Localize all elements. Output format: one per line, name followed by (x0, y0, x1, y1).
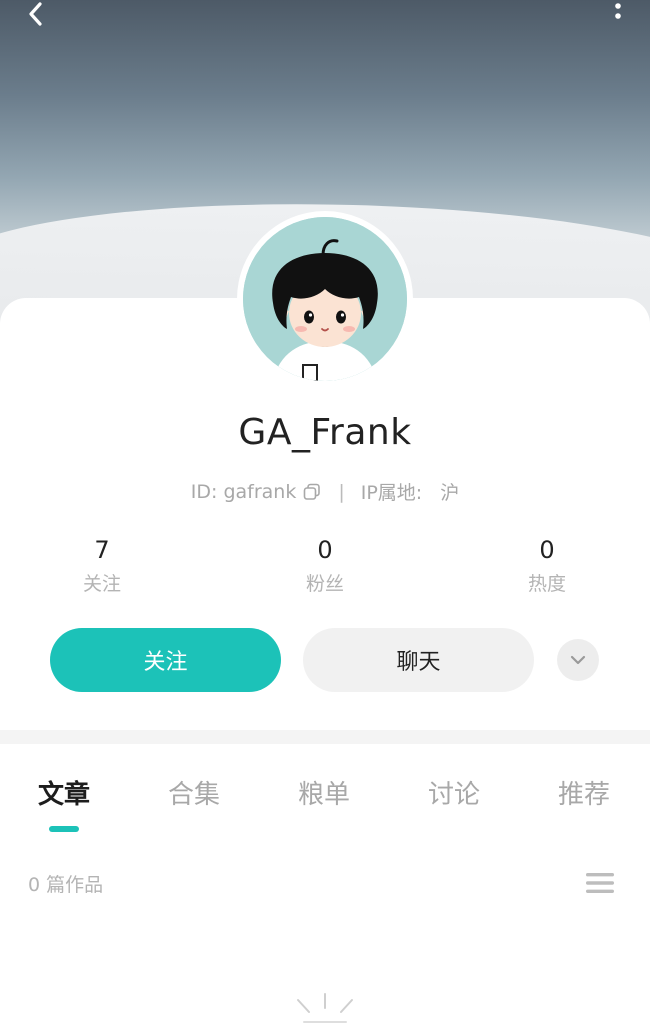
follow-button[interactable]: 关注 (50, 628, 281, 692)
section-divider (0, 730, 650, 744)
empty-state-illustration (292, 990, 358, 1024)
list-view-toggle[interactable] (584, 866, 616, 900)
tab-articles[interactable]: 文章 (14, 774, 114, 811)
stat-popularity[interactable]: 0 热度 (487, 535, 607, 596)
sparkle-icon (297, 993, 353, 1023)
active-tab-indicator (49, 826, 79, 832)
copy-icon (304, 483, 321, 500)
stat-label: 粉丝 (305, 573, 344, 595)
works-header: 0 篇作品 (0, 862, 650, 906)
content-tabs: 文章 合集 粮单 讨论 推荐 (0, 744, 650, 840)
username: GA_Frank (238, 412, 412, 453)
tab-collections[interactable]: 合集 (144, 774, 244, 811)
meta-separator: | (338, 480, 345, 503)
stat-value: 0 (539, 536, 555, 564)
chevron-left-icon (29, 2, 42, 26)
stat-following[interactable]: 7 关注 (42, 535, 162, 596)
stat-label: 热度 (527, 573, 566, 595)
back-button[interactable] (18, 0, 54, 32)
more-vertical-icon (615, 3, 621, 19)
list-icon (586, 873, 614, 893)
profile-meta: ID: gafrank | IP属地: 沪 (0, 478, 650, 505)
tab-discussions[interactable]: 讨论 (404, 774, 504, 811)
tab-recommended[interactable]: 推荐 (534, 774, 634, 811)
avatar-illustration (243, 217, 407, 381)
tab-lists[interactable]: 粮单 (274, 774, 374, 811)
user-id: ID: gafrank (190, 480, 297, 503)
copy-id-button[interactable] (302, 482, 322, 502)
profile-stats: 7 关注 0 粉丝 0 热度 (0, 535, 650, 605)
works-count: 0 篇作品 (28, 874, 104, 896)
avatar[interactable] (237, 211, 413, 387)
ip-location-label: IP属地: (360, 482, 423, 504)
ip-location-value: 沪 (440, 482, 460, 504)
chat-button[interactable]: 聊天 (303, 628, 534, 692)
stat-value: 0 (317, 536, 333, 564)
chevron-down-icon (570, 655, 586, 665)
stat-followers[interactable]: 0 粉丝 (265, 535, 385, 596)
more-button[interactable] (606, 0, 630, 28)
stat-label: 关注 (82, 573, 121, 595)
expand-button[interactable] (557, 639, 599, 681)
stat-value: 7 (94, 536, 110, 564)
